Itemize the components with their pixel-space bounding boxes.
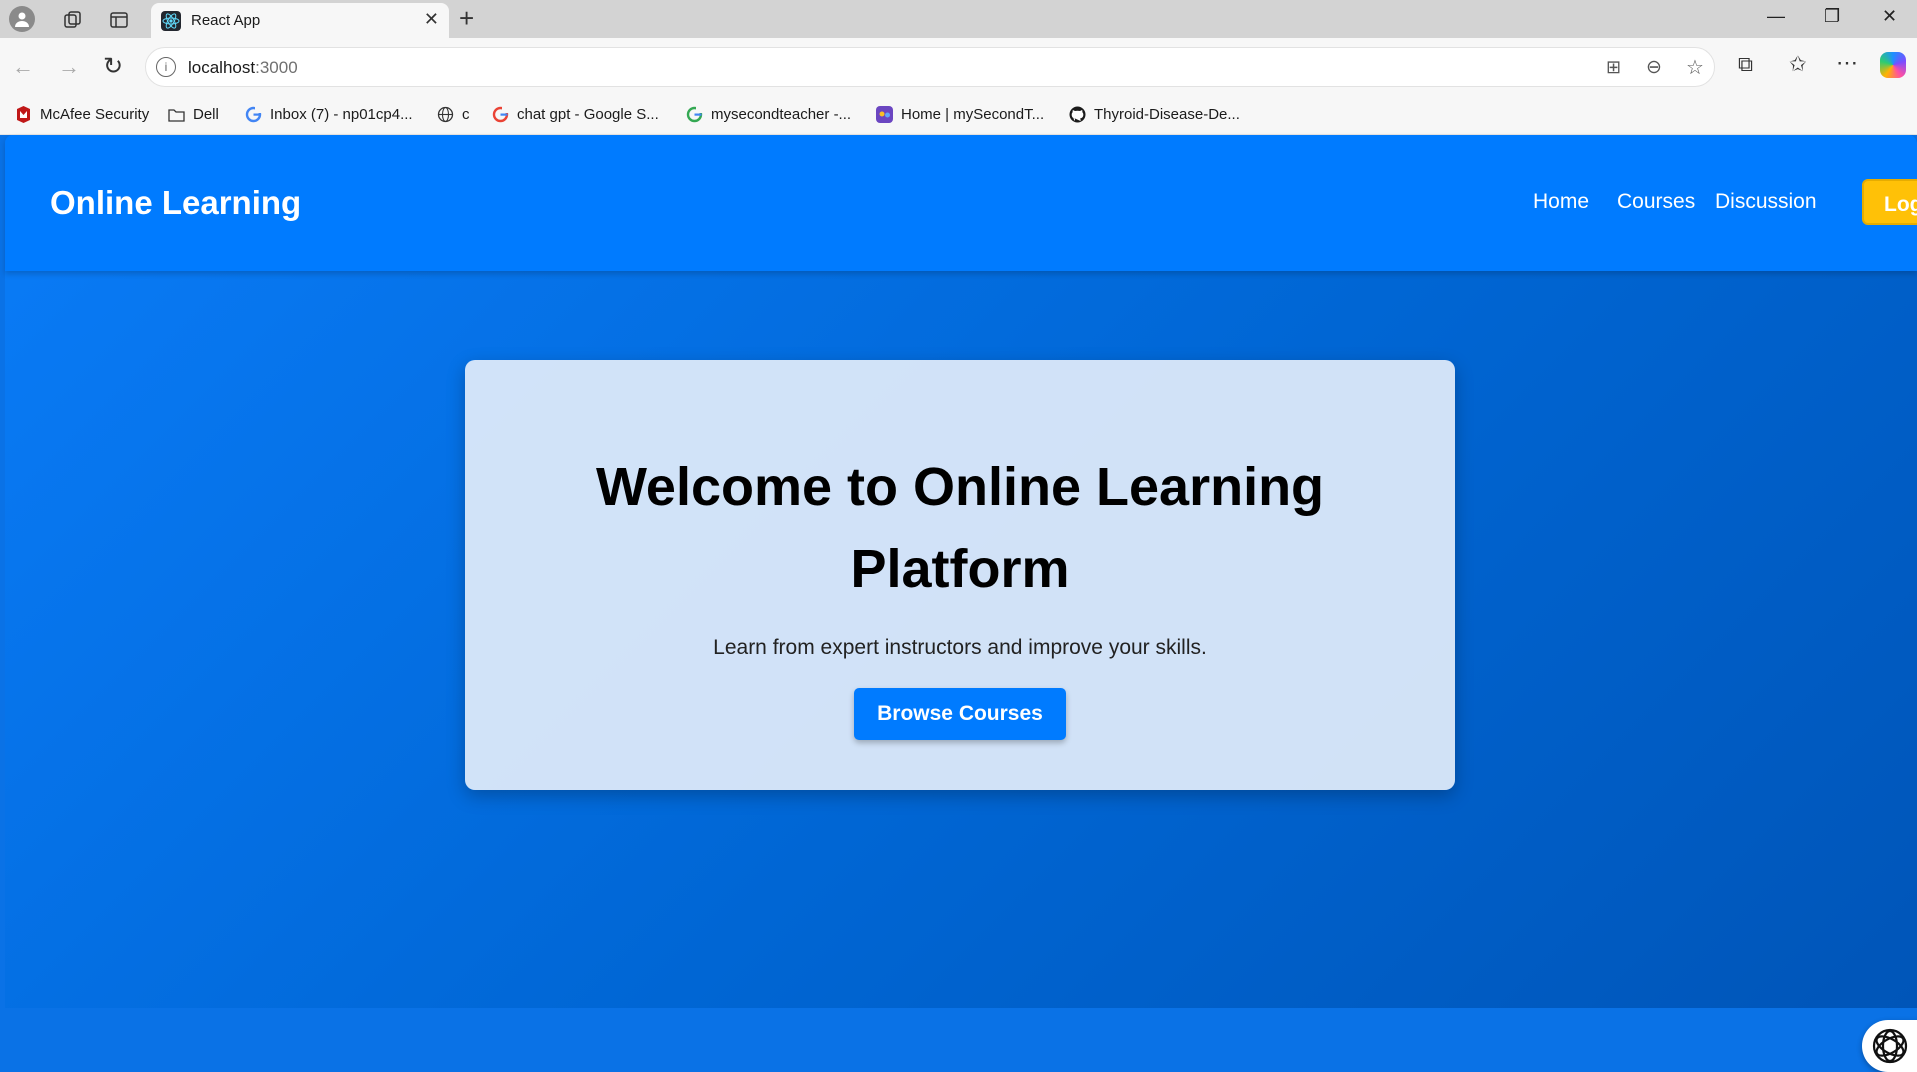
bookmark-chatgpt[interactable]: chat gpt - Google S... [492,106,659,123]
active-tab[interactable]: React App ✕ [151,3,449,38]
collections-icon[interactable] [62,9,84,31]
bookmark-dell[interactable]: Dell [168,106,219,123]
google-icon [245,106,262,123]
zoom-out-icon[interactable]: ⊖ [1646,56,1662,79]
bookmark-label: Dell [193,106,219,123]
bookmark-label: Home | mySecondT... [901,106,1045,123]
browser-tab-bar: React App ✕ + — ❐ ✕ [0,0,1917,38]
favorites-icon[interactable]: ✩ [1789,52,1807,77]
profile-icon[interactable] [9,6,35,32]
site-info-icon[interactable]: i [156,57,176,77]
browser-toolbar: ← → ↻ i localhost:3000 ⊞ ⊖ ☆ ⧉ ✩ ⋯ [0,38,1917,97]
bookmark-mysecondteacher[interactable]: mysecondteacher -... [686,106,851,123]
hero-card: Welcome to Online Learning Platform Learn… [465,360,1455,790]
hero-title-line2: Platform [850,539,1070,599]
github-icon [1069,106,1086,123]
more-menu-icon[interactable]: ⋯ [1836,50,1858,76]
mst-icon [876,106,893,123]
bookmark-label: c [462,106,470,123]
bookmark-label: chat gpt - Google S... [517,106,659,123]
bookmarks-bar: McAfee Security Dell Inbox (7) - np01cp4… [0,97,1917,135]
nav-link-discussion[interactable]: Discussion [1715,190,1817,214]
address-bar[interactable]: i localhost:3000 ⊞ ⊖ ☆ [145,47,1715,87]
page-content: Online Learning Home Courses Discussion … [5,135,1917,1072]
nav-link-courses[interactable]: Courses [1617,190,1695,214]
mcafee-icon [17,106,30,123]
bookmark-thyroid[interactable]: Thyroid-Disease-De... [1069,106,1240,123]
hero-title: Welcome to Online Learning Platform [465,446,1455,610]
react-icon [161,11,181,31]
favorite-star-icon[interactable]: ☆ [1686,55,1704,80]
bookmark-label: Inbox (7) - np01cp4... [270,106,413,123]
vertical-tabs-icon[interactable] [108,9,130,31]
bookmark-label: Thyroid-Disease-De... [1094,106,1240,123]
minimize-icon[interactable]: — [1767,6,1785,27]
extensions-icon[interactable]: ⧉ [1738,53,1753,77]
bookmark-label: mysecondteacher -... [711,106,852,123]
url-text: localhost:3000 [188,58,298,78]
globe-icon [437,106,454,123]
nav-link-home[interactable]: Home [1533,190,1589,214]
assistant-icon [1872,1028,1908,1064]
url-host: localhost [188,58,256,77]
tab-title: React App [191,12,261,29]
site-brand[interactable]: Online Learning [50,184,301,222]
site-navbar: Online Learning Home Courses Discussion … [5,135,1917,271]
bookmark-label: McAfee Security [40,106,150,123]
back-icon[interactable]: ← [12,54,34,80]
bookmark-c[interactable]: c [437,106,470,123]
hero-title-line1: Welcome to Online Learning [595,457,1325,517]
bookmark-home-mysecondteacher[interactable]: Home | mySecondT... [876,106,1044,123]
copilot-icon[interactable] [1880,52,1906,78]
bookmark-mcafee[interactable]: McAfee Security [15,106,149,123]
app-available-icon[interactable]: ⊞ [1606,57,1621,78]
hero-subtitle: Learn from expert instructors and improv… [713,636,1207,659]
new-tab-icon[interactable]: + [459,3,474,34]
restore-icon[interactable]: ❐ [1824,6,1840,27]
close-window-icon[interactable]: ✕ [1882,6,1897,27]
login-button[interactable]: Log [1862,179,1917,225]
refresh-icon[interactable]: ↻ [103,52,123,81]
url-port: :3000 [255,58,298,77]
floating-assistant-widget[interactable] [1862,1020,1917,1072]
bookmark-inbox[interactable]: Inbox (7) - np01cp4... [245,106,413,123]
google-icon [686,106,703,123]
browse-courses-button[interactable]: Browse Courses [854,688,1066,740]
google-icon [492,106,509,123]
folder-icon [168,109,185,122]
forward-icon[interactable]: → [58,54,80,80]
close-tab-icon[interactable]: ✕ [424,9,439,30]
